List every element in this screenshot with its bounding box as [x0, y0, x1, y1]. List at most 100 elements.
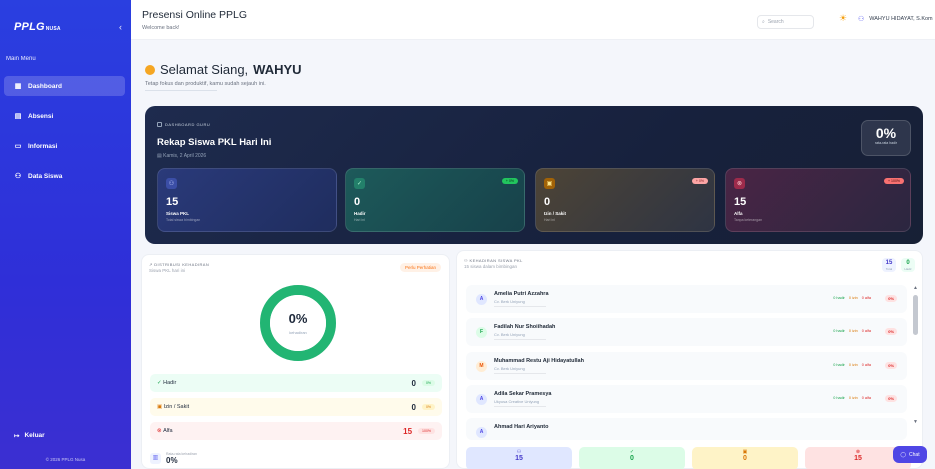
donut-value: 0%: [288, 311, 308, 326]
average-value: 0%: [166, 456, 178, 465]
row-label: Izin / Sakit: [163, 404, 190, 410]
student-percent-badge: 0%: [885, 362, 897, 369]
sidebar-item-data-siswa[interactable]: ⚇ Data Siswa: [4, 166, 125, 186]
sidebar-item-label: Absensi: [28, 112, 54, 120]
student-row[interactable]: A Ahmad Hari Ariyanto: [466, 418, 907, 440]
scrollbar-thumb[interactable]: [913, 295, 918, 335]
student-percent-badge: 0%: [885, 328, 897, 335]
chat-label: Chat: [909, 451, 920, 458]
hero-date: ▤ Kamis, 2 April 2026: [157, 153, 207, 159]
student-stats: 0 hadir 0 izin 0 alfa: [833, 329, 871, 333]
document-icon: ▣: [544, 178, 555, 189]
theme-toggle-sun-icon[interactable]: ☀: [839, 13, 847, 24]
donut-label: kehadiran: [289, 330, 307, 335]
search-placeholder: Search: [767, 19, 784, 25]
student-row[interactable]: F Fadilah Nur Shoiihadah Cv. Berk Uniyun…: [466, 318, 907, 346]
sidebar-item-label: Informasi: [28, 142, 58, 150]
student-name: Fadilah Nur Shoiihadah: [494, 324, 556, 330]
topbar: Presensi Online PPLG Welcome back! ⌕ Sea…: [131, 0, 935, 40]
check-icon: ✓: [157, 380, 162, 386]
stat-sub: Total siswa bimbingan: [166, 218, 201, 222]
stat-label: Hadir: [354, 211, 366, 216]
logo[interactable]: PPLGNUSA ‹: [10, 9, 128, 45]
stat-value: 15: [734, 196, 747, 208]
student-stats: 0 hadir 0 izin 0 alfa: [833, 363, 871, 367]
divider: [145, 90, 217, 91]
stat-sub: Tanpa keterangan: [734, 218, 763, 222]
hero-tag: DASHBOARD GURU: [157, 122, 210, 127]
student-row[interactable]: A Amelia Putri Azzahra Cv. Berk Uniyung …: [466, 285, 907, 313]
logo-text: PPLGNUSA: [14, 21, 61, 33]
student-row[interactable]: M Muhammad Restu Aji Hidayatullah Cv. Be…: [466, 352, 907, 380]
stat-card-alfa[interactable]: ⊗ + 100% 15 Alfa Tanpa keterangan: [725, 168, 911, 232]
chart-icon: ▥: [150, 453, 161, 464]
summary-hadir: ✓ 0: [579, 447, 685, 469]
stat-sub: Hari ini: [354, 218, 365, 222]
student-stats: 0 hadir 0 izin 0 alfa: [833, 396, 871, 400]
logout-button[interactable]: ↦ Keluar: [14, 432, 45, 440]
row-value: 0: [411, 402, 416, 412]
greeting-name: WAHYU: [253, 62, 302, 77]
total-count: 15 Total: [882, 258, 896, 272]
stat-value: 0: [544, 196, 551, 208]
scroll-down-icon[interactable]: ▼: [913, 419, 918, 425]
stat-label: Siswa PKL: [166, 211, 190, 216]
check-icon: ✓: [354, 178, 365, 189]
avatar: F: [476, 327, 487, 338]
logout-icon: ↦: [14, 433, 20, 440]
scroll-up-icon[interactable]: ▲: [913, 285, 918, 291]
avatar: A: [476, 294, 487, 305]
chevron-left-icon[interactable]: ‹: [119, 22, 122, 32]
divider: [494, 406, 546, 407]
page-title: Presensi Online PPLG: [142, 9, 248, 21]
divider: [494, 339, 546, 340]
attendance-percent: 0%: [875, 125, 897, 141]
student-percent-badge: 0%: [885, 395, 897, 402]
menu-title: Main Menu: [6, 56, 36, 62]
user-menu[interactable]: ⚇ WAHYU HIDAYAT, S.Kom: [858, 15, 933, 23]
document-icon: ▣: [157, 404, 163, 410]
stat-label: Izin / Sakit: [544, 211, 567, 216]
attendance-percent-box: 0% rata-rata hadir: [861, 120, 911, 156]
card-subtitle: Siswa PKL hari ini: [149, 268, 186, 273]
attendance-percent-label: rata-rata hadir: [875, 141, 897, 145]
stat-card-hadir[interactable]: ✓ + 0% 0 Hadir Hari ini: [345, 168, 525, 232]
distribution-row-hadir: ✓ Hadir 0 0%: [150, 374, 442, 392]
row-percent: 100%: [418, 428, 435, 434]
greeting: Selamat Siang, WAHYU: [145, 62, 302, 77]
stat-card-izin[interactable]: ▣ + 0% 0 Izin / Sakit Hari ini: [535, 168, 715, 232]
status-badge: Perlu Perhatian: [399, 263, 441, 272]
average-attendance: ▥ Rata-rata kehadiran 0%: [150, 452, 197, 465]
row-percent: 0%: [421, 380, 435, 386]
stat-chip: + 0%: [691, 178, 708, 184]
chat-button[interactable]: ◯ Chat: [893, 446, 927, 463]
student-company: Cv. Berk Uniyung: [494, 299, 525, 304]
card-tag: ⚇ KEHADIRAN SISWA PKL: [464, 258, 523, 263]
student-name: Adila Sekar Pramesya: [494, 391, 552, 397]
row-label: Hadir: [163, 380, 177, 386]
student-name: Muhammad Restu Aji Hidayatullah: [494, 358, 584, 364]
stat-value: 15: [166, 196, 179, 208]
card-subtitle: 15 siswa dalam bimbingan: [464, 264, 518, 269]
search-input[interactable]: ⌕ Search: [757, 15, 814, 29]
stat-chip: + 0%: [501, 178, 518, 184]
grid-icon: ▦: [14, 83, 22, 90]
stat-value: 0: [354, 196, 361, 208]
distribution-card: ↗ DISTRIBUSI KEHADIRAN Siswa PKL hari in…: [141, 254, 450, 469]
users-icon: ⚇: [166, 178, 177, 189]
chat-icon: ◯: [900, 451, 907, 458]
student-company: Cv. Berk Uniyung: [494, 366, 525, 371]
avatar: M: [476, 361, 487, 372]
stat-card-siswa[interactable]: ⚇ 15 Siswa PKL Total siswa bimbingan: [157, 168, 337, 232]
greeting-subtitle: Tetap fokus dan produktif, kamu sudah se…: [145, 81, 266, 87]
row-percent: 0%: [421, 404, 435, 410]
sidebar-item-informasi[interactable]: ▭ Informasi: [4, 136, 125, 156]
sidebar: PPLGNUSA ‹ Main Menu ▦ Dashboard ▤ Absen…: [0, 0, 131, 469]
users-icon: ⚇: [14, 173, 22, 180]
sidebar-item-dashboard[interactable]: ▦ Dashboard: [4, 76, 125, 96]
row-value: 0: [411, 378, 416, 388]
scrollbar[interactable]: ▲ ▼: [913, 285, 918, 425]
sidebar-item-absensi[interactable]: ▤ Absensi: [4, 106, 125, 126]
student-row[interactable]: A Adila Sekar Pramesya Ukyusa Creative U…: [466, 385, 907, 413]
x-circle-icon: ⊗: [734, 178, 745, 189]
